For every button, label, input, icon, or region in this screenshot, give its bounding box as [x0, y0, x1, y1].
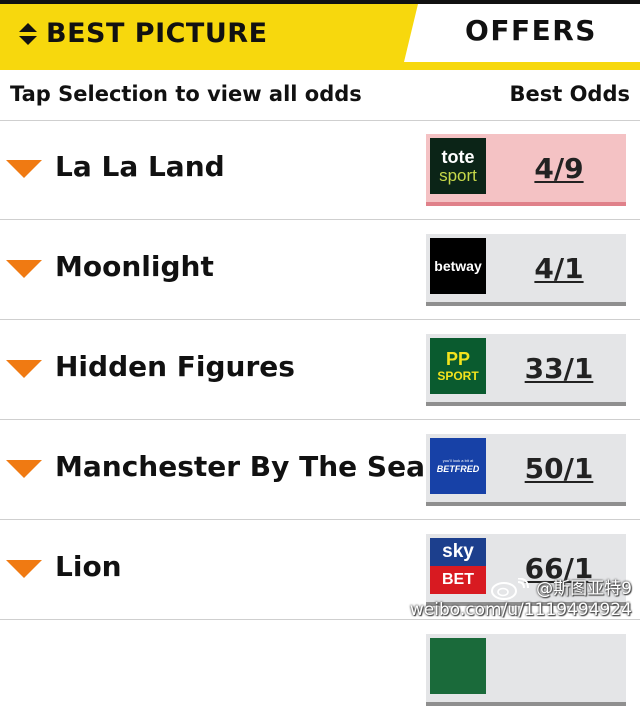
selection-row[interactable]: Manchester By The Sea you'll look a bit … [0, 420, 640, 520]
column-header: Tap Selection to view all odds Best Odds [0, 70, 640, 121]
odds-button-partial[interactable] [426, 634, 626, 706]
selection-name[interactable]: La La Land [55, 150, 225, 183]
odds-button[interactable]: PP SPORT 33/1 [426, 334, 626, 406]
bookmaker-logo [430, 638, 486, 694]
selection-name[interactable]: Manchester By The Sea [55, 450, 425, 483]
offers-tab[interactable]: OFFERS [404, 4, 640, 62]
logo-text: BETFRED [436, 463, 480, 474]
instruction-text: Tap Selection to view all odds [10, 82, 362, 106]
selection-name[interactable]: Moonlight [55, 250, 214, 283]
weibo-logo-icon [491, 578, 530, 600]
selection-row-partial[interactable] [0, 620, 640, 706]
expand-arrow-icon[interactable] [6, 160, 42, 178]
tote-sport-logo: tote sport [430, 138, 486, 194]
weibo-watermark: @斯图亚特9 weibo.com/u/1119494924 [410, 578, 632, 620]
sort-updown-icon [18, 22, 38, 46]
odds-button[interactable]: tote sport 4/9 [426, 134, 626, 206]
selection-name[interactable]: Hidden Figures [55, 350, 295, 383]
market-title: BEST PICTURE [46, 18, 268, 49]
offers-tab-label: OFFERS [465, 13, 597, 47]
logo-text: betway [434, 258, 482, 274]
market-selector[interactable]: BEST PICTURE [18, 18, 268, 49]
best-odds-heading: Best Odds [509, 82, 630, 106]
logo-text: you'll look a bit at [442, 457, 474, 463]
watermark-handle: @斯图亚特9 [536, 578, 632, 599]
selection-name[interactable]: Lion [55, 550, 122, 583]
expand-arrow-icon[interactable] [6, 360, 42, 378]
selection-row[interactable]: Hidden Figures PP SPORT 33/1 [0, 320, 640, 420]
logo-text: sky [430, 538, 486, 566]
expand-arrow-icon[interactable] [6, 260, 42, 278]
betfred-logo: you'll look a bit at BETFRED [430, 438, 486, 494]
header-top-border [0, 0, 640, 4]
logo-text: sport [439, 166, 477, 185]
betway-logo: betway [430, 238, 486, 294]
logo-text: tote [441, 147, 475, 167]
odds-value[interactable]: 4/9 [492, 134, 626, 202]
logo-text: PP [445, 349, 470, 369]
market-header: BEST PICTURE OFFERS [0, 0, 640, 70]
odds-value[interactable]: 4/1 [492, 234, 626, 302]
watermark-url: weibo.com/u/1119494924 [409, 600, 632, 620]
selection-row[interactable]: La La Land tote sport 4/9 [0, 120, 640, 220]
logo-text: SPORT [437, 369, 479, 383]
odds-button[interactable]: betway 4/1 [426, 234, 626, 306]
expand-arrow-icon[interactable] [6, 460, 42, 478]
paddy-power-logo: PP SPORT [430, 338, 486, 394]
odds-value[interactable]: 50/1 [492, 434, 626, 502]
odds-value[interactable]: 33/1 [492, 334, 626, 402]
odds-button[interactable]: you'll look a bit at BETFRED 50/1 [426, 434, 626, 506]
expand-arrow-icon[interactable] [6, 560, 42, 578]
selection-row[interactable]: Moonlight betway 4/1 [0, 220, 640, 320]
